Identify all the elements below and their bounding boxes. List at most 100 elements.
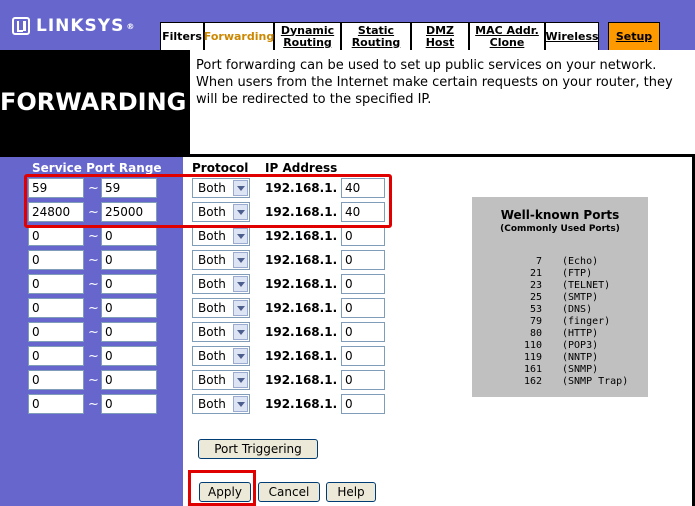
list-item: 119 (NNTP) bbox=[506, 352, 628, 364]
tab-filters[interactable]: Filters bbox=[160, 22, 204, 50]
port-service: (SNMP) bbox=[562, 364, 599, 375]
port-start-input[interactable]: 0 bbox=[28, 250, 84, 270]
port-end-input[interactable]: 0 bbox=[101, 250, 157, 270]
port-end-input[interactable]: 0 bbox=[101, 394, 157, 414]
protocol-select[interactable]: Both bbox=[192, 226, 250, 246]
chevron-down-icon bbox=[233, 252, 248, 268]
ip-prefix: 192.168.1. bbox=[265, 349, 338, 363]
port-start-input[interactable]: 0 bbox=[28, 298, 84, 318]
ip-prefix: 192.168.1. bbox=[265, 301, 338, 315]
port-service: (FTP) bbox=[562, 268, 593, 279]
port-start-input[interactable]: 0 bbox=[28, 370, 84, 390]
ip-last-octet-input[interactable]: 0 bbox=[341, 346, 385, 366]
port-end-input[interactable]: 0 bbox=[101, 226, 157, 246]
chevron-down-icon bbox=[233, 372, 248, 388]
protocol-value: Both bbox=[198, 325, 226, 339]
protocol-select[interactable]: Both bbox=[192, 346, 250, 366]
well-known-ports-subtitle: (Commonly Used Ports) bbox=[500, 224, 620, 234]
tab-wireless[interactable]: Wireless bbox=[545, 22, 599, 50]
protocol-select[interactable]: Both bbox=[192, 250, 250, 270]
port-end-input[interactable]: 0 bbox=[101, 274, 157, 294]
page-title: FORWARDING bbox=[0, 88, 187, 116]
chevron-down-icon bbox=[233, 396, 248, 412]
port-start-input[interactable]: 0 bbox=[28, 274, 84, 294]
range-separator: ~ bbox=[88, 349, 99, 364]
ip-prefix: 192.168.1. bbox=[265, 397, 338, 411]
ip-prefix: 192.168.1. bbox=[265, 325, 338, 339]
port-service: (HTTP) bbox=[562, 328, 599, 339]
port-number: 110 bbox=[523, 340, 542, 351]
protocol-select[interactable]: Both bbox=[192, 274, 250, 294]
port-end-input[interactable]: 0 bbox=[101, 298, 157, 318]
protocol-select[interactable]: Both bbox=[192, 370, 250, 390]
port-start-input[interactable]: 0 bbox=[28, 226, 84, 246]
port-end-input[interactable]: 0 bbox=[101, 370, 157, 390]
range-separator: ~ bbox=[88, 397, 99, 412]
protocol-select[interactable]: Both bbox=[192, 322, 250, 342]
ip-last-octet-input[interactable]: 0 bbox=[341, 274, 385, 294]
protocol-value: Both bbox=[198, 349, 226, 363]
range-separator: ~ bbox=[88, 301, 99, 316]
list-item: 110 (POP3) bbox=[506, 340, 628, 352]
protocol-value: Both bbox=[198, 229, 226, 243]
chevron-down-icon bbox=[233, 348, 248, 364]
help-button[interactable]: Help bbox=[326, 482, 376, 502]
range-separator: ~ bbox=[88, 277, 99, 292]
tab-mac-addr-clone[interactable]: MAC Addr. Clone bbox=[469, 22, 545, 50]
port-service: (TELNET) bbox=[562, 280, 611, 291]
protocol-value: Both bbox=[198, 373, 226, 387]
well-known-ports-list: 7 (Echo) 21 (FTP) 23 (TELNET) 25 (SMTP) 53 (DNS) 7… bbox=[506, 256, 628, 388]
port-end-input[interactable]: 0 bbox=[101, 346, 157, 366]
cancel-button[interactable]: Cancel bbox=[258, 482, 320, 502]
chevron-down-icon bbox=[233, 300, 248, 316]
list-item: 80 (HTTP) bbox=[506, 328, 628, 340]
port-number: 119 bbox=[523, 352, 542, 363]
tab-dynamic-routing[interactable]: Dynamic Routing bbox=[274, 22, 341, 50]
ip-last-octet-input[interactable]: 0 bbox=[341, 370, 385, 390]
port-number: 53 bbox=[529, 304, 542, 315]
ip-last-octet-input[interactable]: 0 bbox=[341, 250, 385, 270]
port-service: (SMTP) bbox=[562, 292, 599, 303]
table-row: 0 ~0 Both 192.168.1. 0 bbox=[0, 274, 420, 298]
brand-registered-mark: ® bbox=[126, 21, 136, 31]
range-separator: ~ bbox=[88, 325, 99, 340]
port-end-input[interactable]: 0 bbox=[101, 322, 157, 342]
ip-last-octet-input[interactable]: 0 bbox=[341, 322, 385, 342]
table-row: 0 ~0 Both 192.168.1. 0 bbox=[0, 250, 420, 274]
description-panel: Port forwarding can be used to set up pu… bbox=[190, 50, 695, 156]
ip-prefix: 192.168.1. bbox=[265, 229, 338, 243]
list-item: 79 (finger) bbox=[506, 316, 628, 328]
brand-logo: LINKSYS ® bbox=[12, 14, 135, 38]
ip-last-octet-input[interactable]: 0 bbox=[341, 394, 385, 414]
protocol-value: Both bbox=[198, 277, 226, 291]
port-service: (DNS) bbox=[562, 304, 593, 315]
port-start-input[interactable]: 0 bbox=[28, 322, 84, 342]
ip-prefix: 192.168.1. bbox=[265, 253, 338, 267]
tab-forwarding[interactable]: Forwarding bbox=[204, 22, 274, 50]
header-protocol: Protocol bbox=[192, 161, 249, 175]
well-known-ports-panel: Well-known Ports (Commonly Used Ports) 7… bbox=[472, 197, 648, 397]
protocol-value: Both bbox=[198, 301, 226, 315]
app-window: LINKSYS ® Filters Forwarding Dynamic Rou… bbox=[0, 0, 695, 506]
range-separator: ~ bbox=[88, 229, 99, 244]
chevron-down-icon bbox=[233, 324, 248, 340]
table-row: 0 ~0 Both 192.168.1. 0 bbox=[0, 298, 420, 322]
port-service: (Echo) bbox=[562, 256, 599, 267]
list-item: 7 (Echo) bbox=[506, 256, 628, 268]
port-number: 162 bbox=[523, 376, 542, 387]
port-number: 25 bbox=[529, 292, 542, 303]
protocol-select[interactable]: Both bbox=[192, 298, 250, 318]
tab-dmz-host[interactable]: DMZ Host bbox=[411, 22, 469, 50]
port-triggering-button[interactable]: Port Triggering bbox=[198, 439, 318, 459]
tab-setup[interactable]: Setup bbox=[608, 22, 660, 50]
port-start-input[interactable]: 0 bbox=[28, 346, 84, 366]
page-description: Port forwarding can be used to set up pu… bbox=[196, 58, 673, 107]
header-ip-address: IP Address bbox=[265, 161, 338, 175]
port-start-input[interactable]: 0 bbox=[28, 394, 84, 414]
tab-static-routing[interactable]: Static Routing bbox=[341, 22, 411, 50]
ip-last-octet-input[interactable]: 0 bbox=[341, 298, 385, 318]
linksys-logo-icon bbox=[12, 17, 30, 35]
list-item: 161 (SNMP) bbox=[506, 364, 628, 376]
ip-last-octet-input[interactable]: 0 bbox=[341, 226, 385, 246]
protocol-select[interactable]: Both bbox=[192, 394, 250, 414]
